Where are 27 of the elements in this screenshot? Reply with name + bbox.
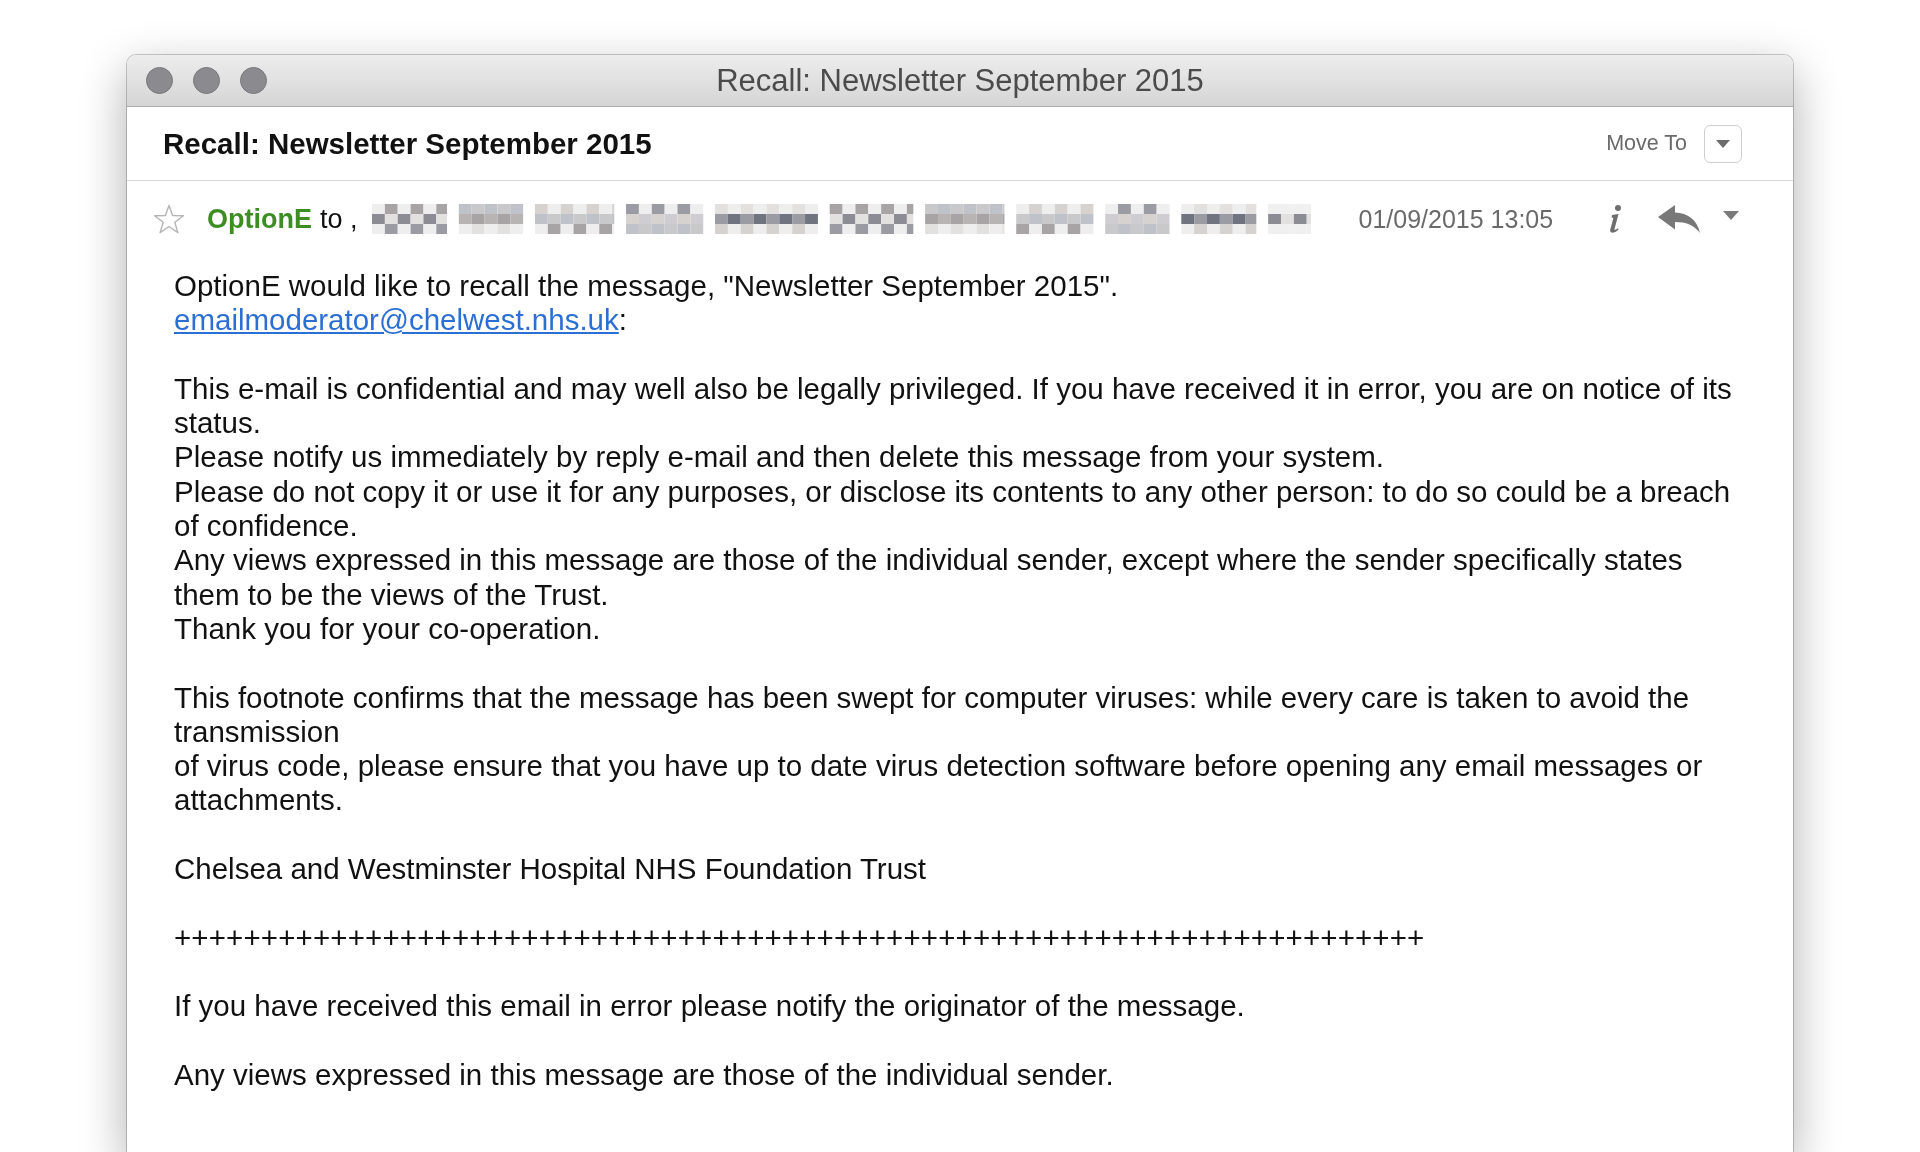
body-text: Chelsea and Westminster Hospital NHS Foundation Trust — [174, 852, 928, 887]
zoom-button[interactable] — [240, 67, 267, 94]
star-icon[interactable] — [153, 203, 185, 235]
minimize-button[interactable] — [193, 67, 220, 94]
close-button[interactable] — [146, 67, 173, 94]
body-text: Please notify us immediately by reply e-mail and then delete this message from your system. — [174, 440, 1386, 475]
body-text: If you have received this email in error please notify the originator of the message. — [174, 989, 1246, 1024]
body-text: This e-mail is confidential and may well also be legally privileged. If you have received it in error, you are on notice of its status. — [174, 371, 1733, 441]
email-link[interactable]: emailmoderator@chelwest.nhs.uk — [174, 303, 619, 337]
body-text: Please do not copy it or use it for any purposes, or disclose its contents to any other person: to do so could be a breach of confidence. — [174, 474, 1732, 544]
plus-sign-separator: ++++++++++++++++++++++++++++++++++++++++++++++++++++++++++++++++++++++++ — [174, 920, 1426, 955]
caret-icon — [1716, 139, 1730, 148]
body-text: Any views expressed in this message are those of the individual sender. — [174, 1057, 1115, 1093]
message-subject: Recall: Newsletter September 2015 — [163, 126, 653, 161]
window-title: Recall: Newsletter September 2015 — [716, 62, 1204, 99]
sender-name[interactable]: OptionE — [207, 203, 312, 235]
body-text: Any views expressed in this message are those of the individual sender, except where the sender specifically states them to be the views of the Trust. — [174, 543, 1684, 612]
body-text: of virus code, please ensure that you have up to date virus detection software before opening any email messages or attachments. — [174, 749, 1704, 818]
body-text: Thank you for your co-operation. — [174, 611, 602, 647]
move-to-dropdown-button[interactable] — [1704, 124, 1742, 163]
recall-notice: OptionE would like to recall the message, "Newsletter September 2015". emailmoderator@chelwest.nhs.uk: — [174, 269, 1120, 338]
move-to-label: Move To — [1606, 131, 1687, 156]
message-date: 01/09/2015 13:05 — [1358, 204, 1554, 234]
caret-icon[interactable] — [1723, 210, 1740, 220]
reply-icon[interactable] — [1657, 204, 1702, 234]
info-icon[interactable] — [1607, 204, 1624, 234]
to-label: to , — [320, 203, 358, 235]
